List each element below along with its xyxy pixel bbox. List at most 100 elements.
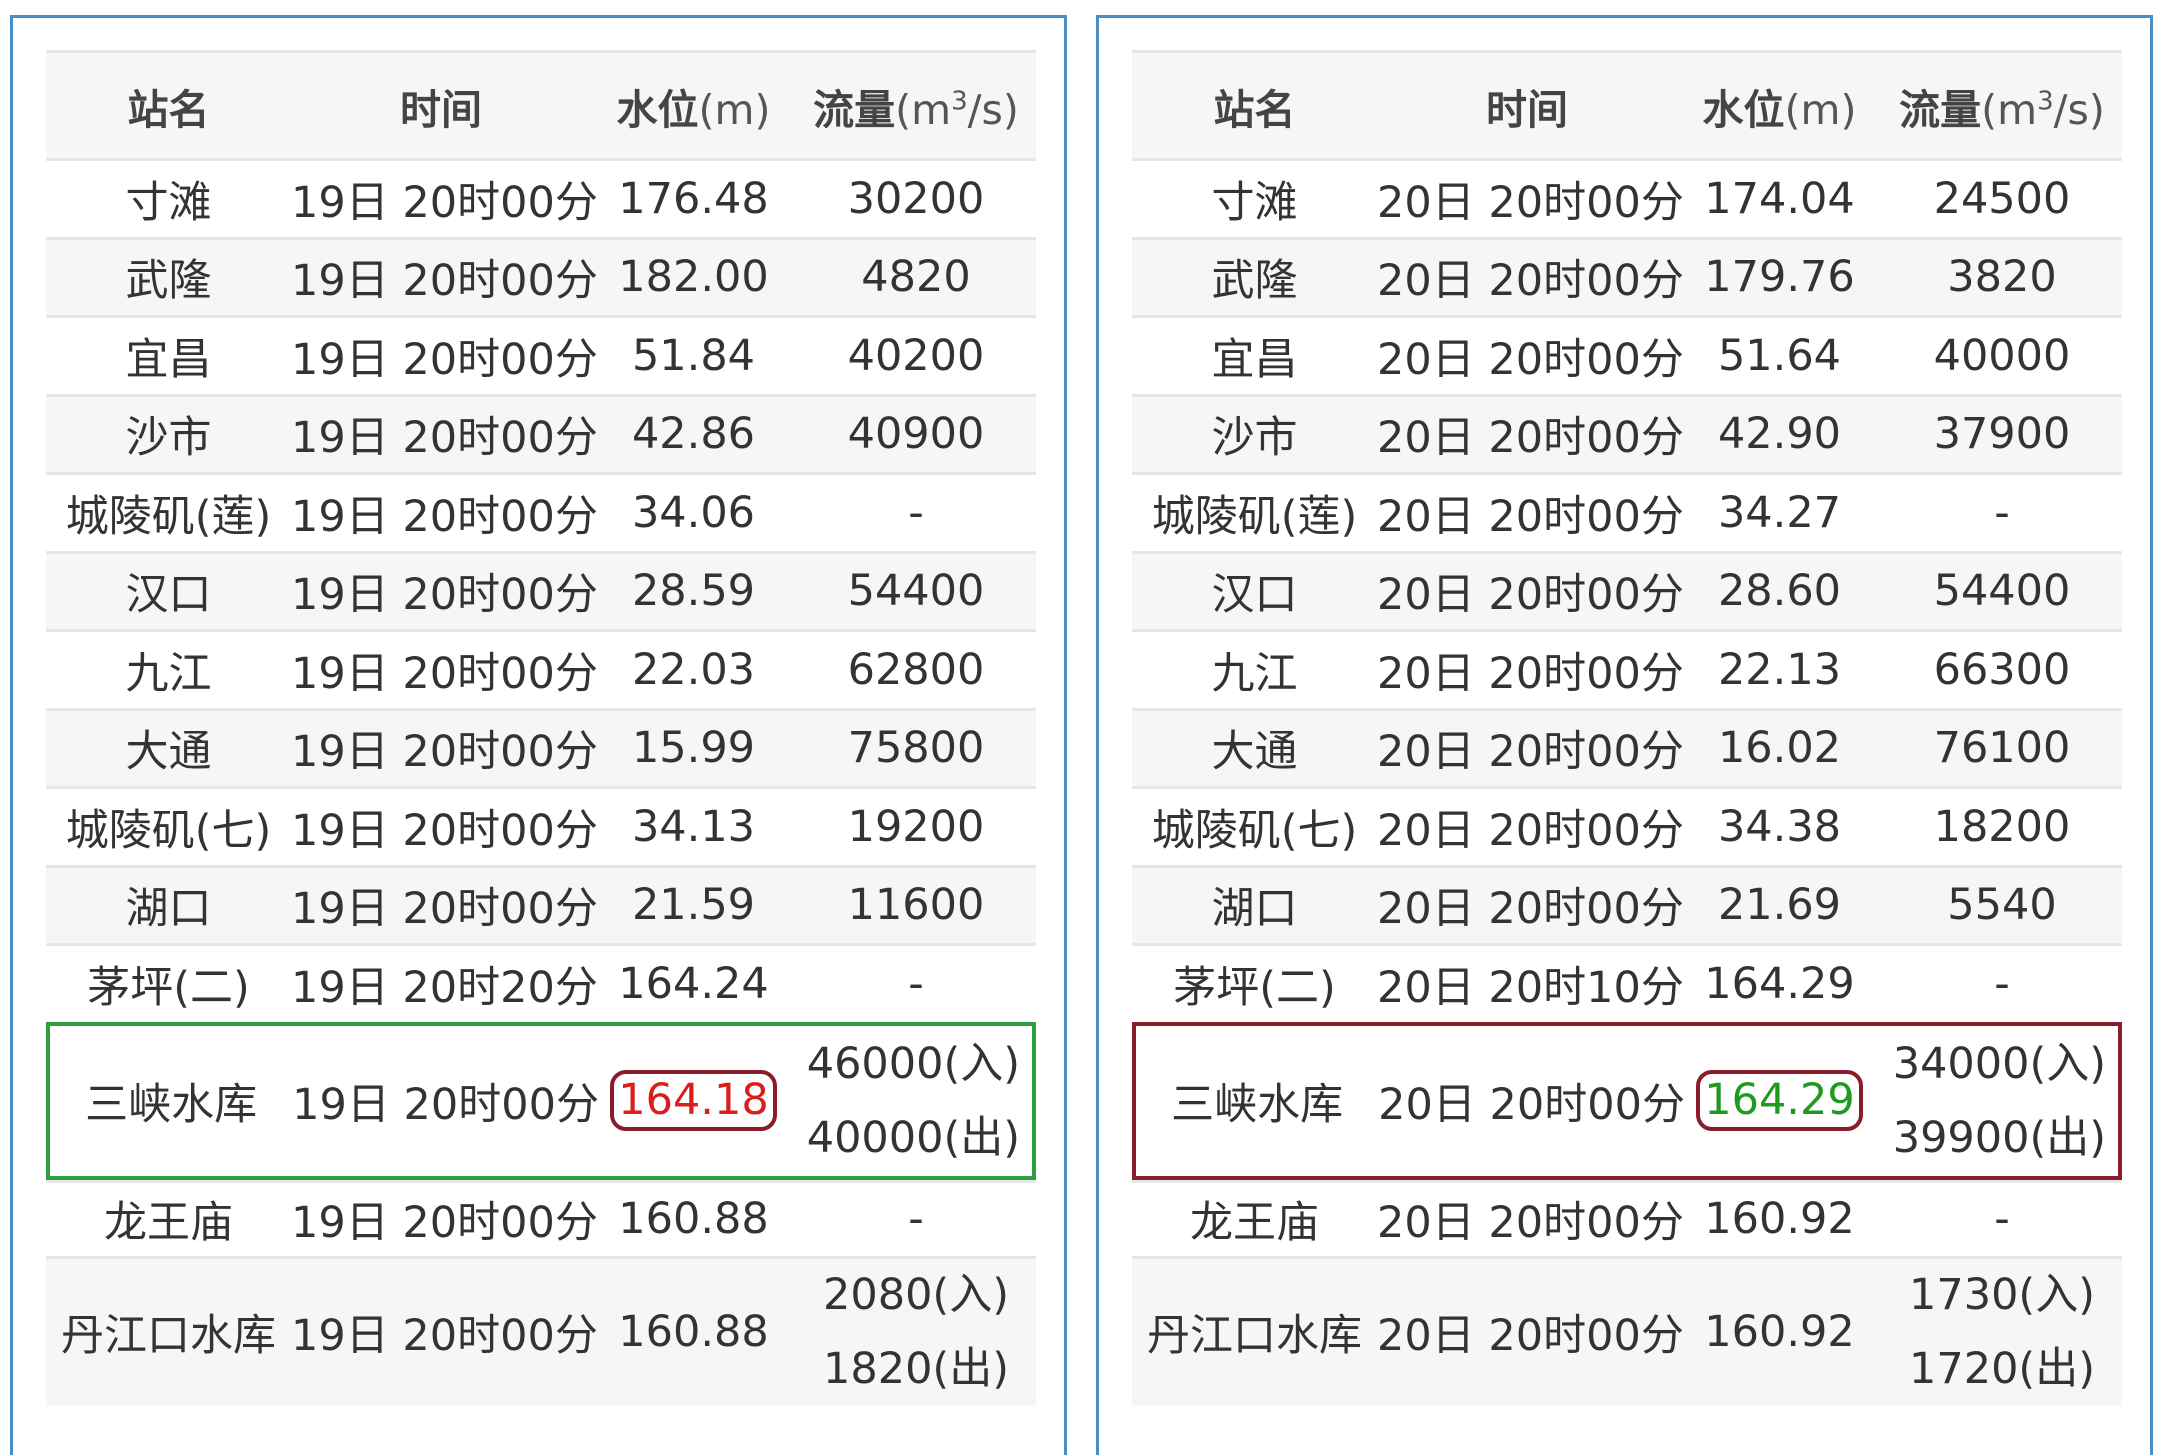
- station-time: 20日 20时00分: [1377, 334, 1684, 385]
- station-name: 龙王庙: [1190, 1198, 1319, 1248]
- table-row-danjiang: 丹江口水库 20日 20时00分 160.92 1730(入) 1720(出): [1132, 1255, 2122, 1406]
- header-time: 时间: [400, 85, 482, 134]
- station-time: 20日 20时00分: [1377, 648, 1684, 699]
- rows-container: 寸滩 20日 20时00分 174.04 24500 武隆 20日 20时00分 179.7…: [1132, 158, 2122, 1022]
- station-time: 20日 20时00分: [1377, 805, 1684, 856]
- station-time: 20日 20时00分: [1377, 1311, 1684, 1361]
- right-panel: 站名 时间 水位(m) 流量(m3/s) 寸滩 20日 20时00分 174.04 2…: [1096, 15, 2153, 1455]
- station-name: 城陵矶(莲): [1151, 491, 1358, 542]
- station-name: 寸滩: [125, 177, 212, 228]
- table-row: 宜昌 19日 20时00分 51.84 40200: [46, 315, 1036, 394]
- station-name: 九江: [1211, 648, 1298, 699]
- flow: 62800: [847, 644, 985, 695]
- table-row: 沙市 20日 20时00分 42.90 37900: [1132, 393, 2122, 472]
- water-level: 34.27: [1717, 487, 1842, 538]
- station-name: 汉口: [1211, 570, 1298, 621]
- station-name: 宜昌: [1211, 334, 1298, 385]
- flow: 5540: [1947, 880, 2057, 931]
- station-name: 沙市: [125, 413, 212, 464]
- header-flow: 流量(m3/s): [1899, 85, 2105, 134]
- flow: 75800: [847, 723, 985, 774]
- water-level: 16.02: [1717, 723, 1842, 774]
- station-time: 19日 20时00分: [291, 648, 598, 699]
- water-level: 182.00: [618, 252, 769, 303]
- flow: 37900: [1933, 409, 2071, 460]
- flow-out: 40000(出): [806, 1112, 1021, 1163]
- header-station: 站名: [1213, 85, 1296, 134]
- flow-in-out: 1730(入) 1720(出): [1882, 1258, 2122, 1406]
- table-row-sanxia: 三峡水库 20日 20时00分 164.29 34000(入) 39900(出): [1132, 1021, 2122, 1180]
- flow: -: [908, 1194, 924, 1244]
- flow: -: [1994, 487, 2010, 538]
- station-name: 沙市: [1211, 413, 1298, 464]
- water-level: 174.04: [1704, 173, 1855, 224]
- water-level: 51.84: [631, 330, 756, 381]
- rows-container: 寸滩 19日 20时00分 176.48 30200 武隆 19日 20时00分 182.0…: [46, 158, 1036, 1022]
- station-name: 城陵矶(七): [1151, 805, 1358, 856]
- flow: 4820: [861, 252, 971, 303]
- flow: 18200: [1933, 801, 2071, 852]
- water-level: 176.48: [618, 173, 769, 224]
- station-name: 三峡水库: [85, 1079, 258, 1130]
- water-level: 179.76: [1704, 252, 1855, 303]
- water-level-highlighted: 164.29: [1696, 1069, 1863, 1132]
- station-time: 19日 20时20分: [291, 962, 598, 1013]
- table-row: 茅坪(二) 20日 20时10分 164.29 -: [1132, 943, 2122, 1022]
- station-name: 茅坪(二): [87, 962, 250, 1013]
- header-level: 水位(m): [616, 85, 771, 134]
- table-row: 宜昌 20日 20时00分 51.64 40000: [1132, 315, 2122, 394]
- station-time: 19日 20时00分: [291, 570, 598, 621]
- flow-out: 1720(出): [1909, 1344, 2095, 1394]
- header-station: 站名: [127, 85, 210, 134]
- station-time: 20日 20时00分: [1377, 1198, 1684, 1248]
- flow: 30200: [847, 173, 985, 224]
- flow: 66300: [1933, 644, 2071, 695]
- station-time: 20日 20时00分: [1377, 491, 1684, 542]
- water-level: 160.92: [1704, 1307, 1855, 1357]
- flow: 24500: [1933, 173, 2071, 224]
- table-row-longwang: 龙王庙 20日 20时00分 160.92 -: [1132, 1179, 2122, 1256]
- station-time: 20日 20时00分: [1377, 570, 1684, 621]
- flow: 19200: [847, 801, 985, 852]
- header-flow: 流量(m3/s): [813, 85, 1019, 134]
- station-time: 19日 20时00分: [291, 491, 598, 542]
- table-row: 武隆 19日 20时00分 182.00 4820: [46, 236, 1036, 315]
- station-time: 19日 20时00分: [291, 177, 598, 228]
- header-time: 时间: [1486, 85, 1568, 134]
- station-name: 龙王庙: [104, 1198, 233, 1248]
- table-row: 九江 20日 20时00分 22.13 66300: [1132, 629, 2122, 708]
- table-row: 寸滩 20日 20时00分 174.04 24500: [1132, 158, 2122, 237]
- water-level: 42.86: [631, 409, 756, 460]
- water-level: 160.92: [1704, 1194, 1855, 1244]
- water-level-table-left: 站名 时间 水位(m) 流量(m3/s) 寸滩 19日 20时00分 176.48 3…: [46, 50, 1036, 1406]
- station-time: 19日 20时00分: [291, 727, 598, 778]
- flow: 40900: [847, 409, 985, 460]
- water-level: 51.64: [1717, 330, 1842, 381]
- water-level: 160.88: [618, 1194, 769, 1244]
- table-row: 寸滩 19日 20时00分 176.48 30200: [46, 158, 1036, 237]
- station-name: 丹江口水库: [1147, 1311, 1362, 1361]
- water-level: 15.99: [631, 723, 756, 774]
- water-level: 34.13: [631, 801, 756, 852]
- water-level: 164.29: [1704, 958, 1855, 1009]
- station-time: 19日 20时00分: [291, 256, 598, 307]
- water-level: 28.59: [631, 566, 756, 617]
- flow: -: [908, 487, 924, 538]
- station-name: 湖口: [125, 884, 212, 935]
- water-level: 34.06: [631, 487, 756, 538]
- table-header: 站名 时间 水位(m) 流量(m3/s): [1132, 50, 2122, 158]
- flow: 40000: [1933, 330, 2071, 381]
- station-time: 19日 20时00分: [291, 413, 598, 464]
- flow: 11600: [847, 880, 985, 931]
- water-level-table-right: 站名 时间 水位(m) 流量(m3/s) 寸滩 20日 20时00分 174.04 2…: [1132, 50, 2122, 1406]
- water-level: 22.13: [1717, 644, 1842, 695]
- table-row: 大通 19日 20时00分 15.99 75800: [46, 707, 1036, 786]
- water-level: 22.03: [631, 644, 756, 695]
- station-time: 20日 20时00分: [1377, 413, 1684, 464]
- flow: 76100: [1933, 723, 2071, 774]
- flow-in: 2080(入): [823, 1270, 1009, 1320]
- left-panel: 站名 时间 水位(m) 流量(m3/s) 寸滩 19日 20时00分 176.48 3…: [10, 15, 1067, 1455]
- station-name: 丹江口水库: [61, 1311, 276, 1361]
- station-time: 20日 20时00分: [1378, 1079, 1685, 1130]
- flow-in-out: 34000(入) 39900(出): [1881, 1027, 2118, 1175]
